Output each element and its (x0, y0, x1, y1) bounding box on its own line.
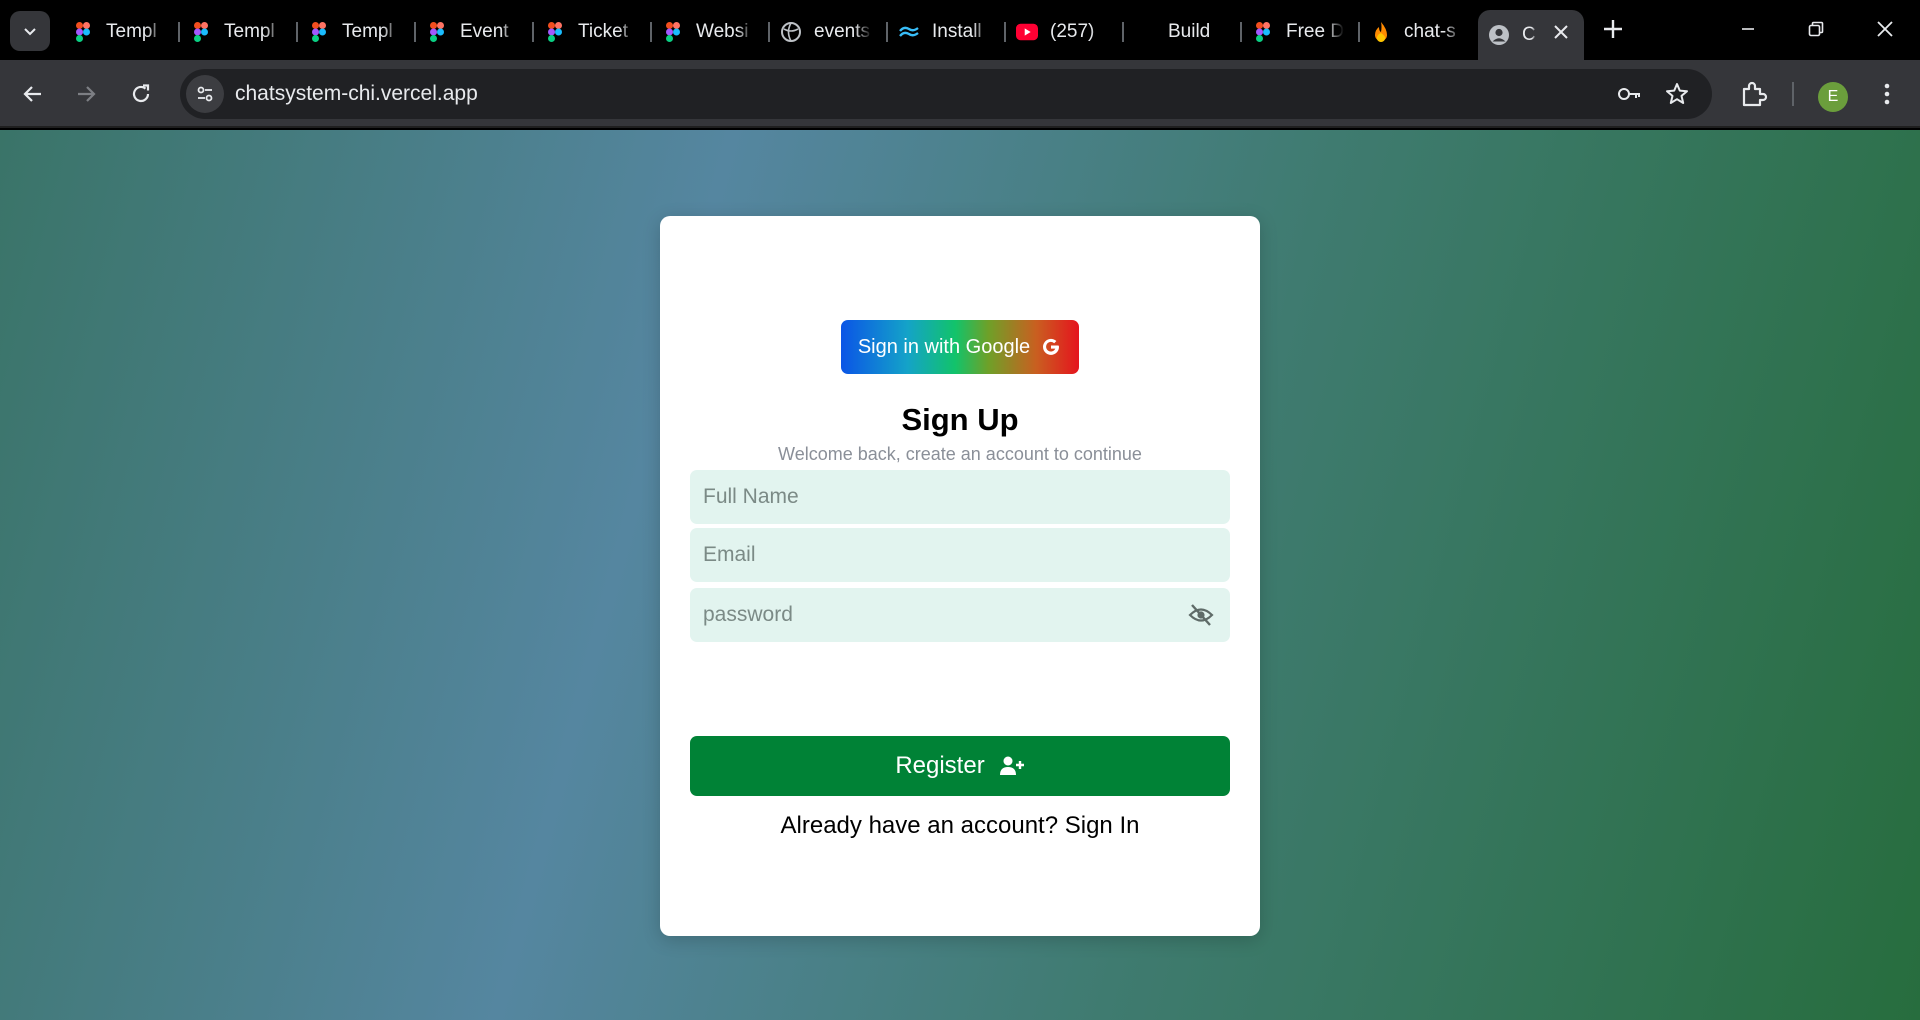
close-icon[interactable] (1552, 23, 1570, 41)
reload-button[interactable] (121, 74, 161, 114)
blank-favicon (1134, 21, 1156, 43)
register-button[interactable]: Register (690, 736, 1230, 796)
forward-button[interactable] (66, 74, 106, 114)
tab-title: Build (1168, 21, 1211, 42)
tab-active[interactable]: C (1478, 10, 1584, 60)
email-field (690, 528, 1230, 582)
tab[interactable]: Templ (298, 10, 416, 54)
figma-icon (72, 21, 94, 43)
restore-button[interactable] (1801, 14, 1831, 44)
restore-icon (1808, 21, 1824, 37)
register-label: Register (895, 752, 985, 779)
tab-title: Templ (342, 21, 393, 42)
close-window-button[interactable] (1870, 14, 1900, 44)
figma-icon (190, 21, 212, 43)
page-background: Sign in with Google Sign Up Welcome back… (0, 130, 1920, 1020)
email-input[interactable] (690, 528, 1230, 582)
tab[interactable]: Templ (180, 10, 298, 54)
browser-toolbar: chatsystem-chi.vercel.app E (0, 60, 1920, 128)
firebase-icon (1370, 21, 1392, 43)
signin-prompt: Already have an account? Sign In (660, 812, 1260, 840)
google-g-icon (1043, 338, 1060, 355)
tab[interactable]: Websi (652, 10, 770, 54)
tab[interactable]: events (770, 10, 888, 54)
tab-title: Install (932, 21, 982, 42)
new-tab-icon[interactable] (1600, 16, 1626, 42)
user-plus-icon (999, 756, 1024, 775)
tab[interactable]: Templ (62, 10, 180, 54)
tab[interactable]: (257) (1006, 10, 1124, 54)
close-icon (1877, 21, 1893, 37)
site-info-button[interactable] (186, 75, 224, 113)
tab-title: chat-s (1404, 21, 1456, 42)
globe-icon (780, 21, 802, 43)
minimize-button[interactable] (1733, 14, 1763, 44)
key-icon[interactable] (1616, 81, 1642, 107)
url-text[interactable]: chatsystem-chi.vercel.app (235, 82, 478, 106)
tailwind-icon (898, 21, 920, 43)
toolbar-divider (1792, 82, 1794, 106)
full-name-input[interactable] (690, 470, 1230, 524)
tab-title: Event (460, 21, 509, 42)
tab-search-button[interactable] (10, 11, 50, 51)
signup-card: Sign in with Google Sign Up Welcome back… (660, 216, 1260, 936)
figma-icon (426, 21, 448, 43)
arrow-left-icon (23, 86, 41, 102)
google-signin-button[interactable]: Sign in with Google (841, 320, 1079, 374)
tab-title: Templ (106, 21, 157, 42)
reload-icon (132, 84, 150, 103)
tab[interactable]: Install (888, 10, 1006, 54)
tune-icon (197, 86, 213, 102)
more-vert-icon[interactable] (1872, 79, 1902, 109)
tab[interactable]: Event (416, 10, 534, 54)
tab-title: Ticket (578, 21, 628, 42)
tab-title: Templ (224, 21, 275, 42)
youtube-icon (1016, 21, 1038, 43)
page-title: Sign Up (901, 402, 1019, 437)
figma-icon (544, 21, 566, 43)
address-bar[interactable]: chatsystem-chi.vercel.app (180, 69, 1712, 119)
chevron-down-icon (24, 28, 36, 36)
password-field (690, 588, 1230, 642)
minimize-icon (1742, 28, 1754, 30)
profile-avatar[interactable]: E (1818, 82, 1848, 112)
user-icon (1488, 24, 1510, 46)
signin-link[interactable]: Sign In (1065, 812, 1140, 839)
full-name-field (690, 470, 1230, 524)
extensions-icon[interactable] (1739, 79, 1769, 109)
tab[interactable]: Ticket (534, 10, 652, 54)
page-subtitle: Welcome back, create an account to conti… (778, 444, 1142, 464)
tab[interactable]: Free D (1242, 10, 1360, 54)
tab-title: (257) (1050, 21, 1095, 42)
tab-title: Websi (696, 21, 749, 42)
back-button[interactable] (13, 74, 53, 114)
tab-strip: Templ Templ Templ Event Ticket Websi eve… (0, 0, 1920, 60)
google-signin-label: Sign in with Google (857, 335, 1031, 358)
tab[interactable]: chat-s (1360, 10, 1478, 54)
tab[interactable]: Build (1124, 10, 1242, 54)
signin-prompt-text: Already have an account? (780, 812, 1059, 839)
tab-list: Templ Templ Templ Event Ticket Websi eve… (62, 10, 1584, 60)
figma-icon (308, 21, 330, 43)
tab-title: events (814, 21, 870, 42)
arrow-right-icon (78, 86, 96, 102)
password-input[interactable] (690, 588, 1230, 642)
tab-title: Free D (1286, 21, 1344, 42)
figma-icon (1252, 21, 1274, 43)
tab-title: C (1522, 24, 1536, 45)
eye-slash-icon[interactable] (1188, 603, 1214, 627)
figma-icon (662, 21, 684, 43)
star-icon[interactable] (1664, 81, 1690, 107)
